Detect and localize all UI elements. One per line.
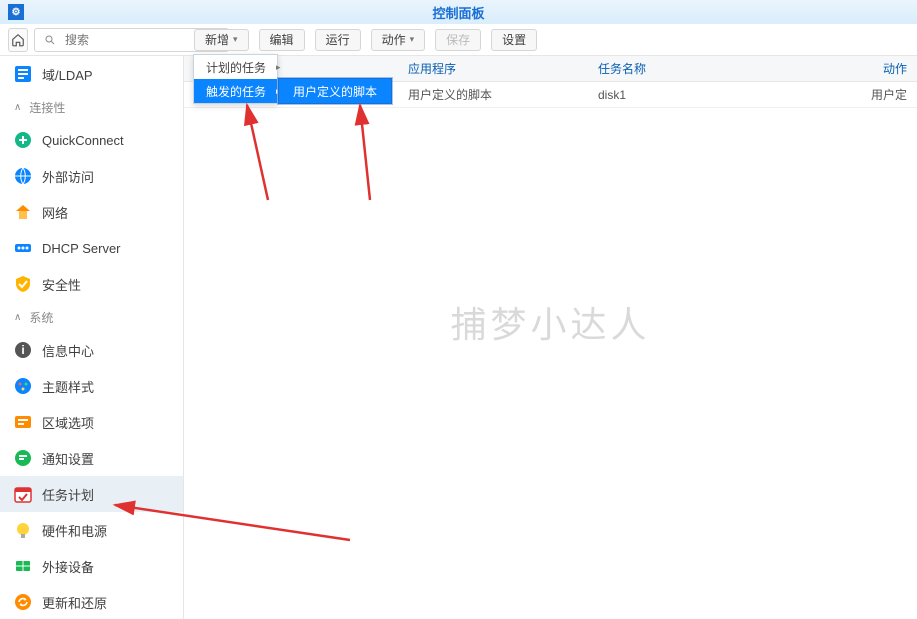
shield-icon	[14, 275, 32, 293]
menu-item-triggered-task[interactable]: 触发的任务 ▸	[194, 79, 277, 103]
sidebar-group-label: 连接性	[29, 99, 65, 116]
main-pane: 新增 ▾ 编辑 运行 动作 ▾ 保存 设置 拥有者 应用程序 任务名称 动作 用…	[184, 24, 917, 619]
sidebar-item-label: 外接设备	[42, 557, 94, 576]
bulb-icon	[14, 521, 32, 539]
column-action[interactable]: 动作	[778, 56, 917, 81]
sidebar-item-label: 主题样式	[42, 377, 94, 396]
sidebar-item-label: 硬件和电源	[42, 521, 107, 540]
sidebar-item-label: 安全性	[42, 275, 81, 294]
toolbar: 新增 ▾ 编辑 运行 动作 ▾ 保存 设置	[184, 24, 917, 56]
dhcp-icon	[14, 239, 32, 257]
cell-action: 用户定	[778, 82, 917, 107]
column-task[interactable]: 任务名称	[588, 56, 778, 81]
button-label: 运行	[326, 31, 350, 48]
home-icon	[9, 31, 27, 49]
new-button[interactable]: 新增 ▾	[194, 29, 249, 51]
watermark: 捕梦小达人	[450, 296, 650, 348]
menu-item-label: 用户定义的脚本	[293, 83, 377, 100]
sidebar-item-update-restore[interactable]: 更新和还原	[0, 584, 183, 619]
sidebar-group-label: 系统	[29, 309, 53, 326]
button-label: 设置	[502, 31, 526, 48]
sidebar-item-info-center[interactable]: i 信息中心	[0, 332, 183, 368]
caret-right-icon: ▸	[276, 62, 281, 73]
sidebar-item-network[interactable]: 网络	[0, 194, 183, 230]
sidebar-item-regional[interactable]: 区域选项	[0, 404, 183, 440]
sidebar-item-task-scheduler[interactable]: 任务计划	[0, 476, 183, 512]
sidebar: 域/LDAP ∧ 连接性 QuickConnect 外部访问 网络 DHCP S…	[0, 56, 184, 619]
domain-icon	[14, 65, 32, 83]
sidebar-group-system[interactable]: ∧ 系统	[0, 302, 183, 332]
sidebar-item-external-access[interactable]: 外部访问	[0, 158, 183, 194]
new-menu: 计划的任务 ▸ 触发的任务 ▸	[193, 54, 278, 104]
run-button[interactable]: 运行	[315, 29, 361, 51]
device-icon	[14, 557, 32, 575]
sidebar-group-connectivity[interactable]: ∧ 连接性	[0, 92, 183, 122]
sidebar-item-label: 域/LDAP	[42, 65, 93, 84]
triggered-task-submenu: 用户定义的脚本	[278, 78, 392, 104]
palette-icon	[14, 377, 32, 395]
sidebar-item-quickconnect[interactable]: QuickConnect	[0, 122, 183, 158]
settings-button[interactable]: 设置	[491, 29, 537, 51]
sidebar-item-notification[interactable]: 通知设置	[0, 440, 183, 476]
menu-item-label: 触发的任务	[206, 83, 266, 100]
calendar-check-icon	[14, 485, 32, 503]
sidebar-item-security[interactable]: 安全性	[0, 266, 183, 302]
chevron-up-icon: ∧	[14, 312, 21, 323]
quickconnect-icon	[14, 131, 32, 149]
caret-down-icon: ▾	[410, 34, 415, 45]
globe-icon	[14, 167, 32, 185]
menu-item-scheduled-task[interactable]: 计划的任务 ▸	[194, 55, 277, 79]
svg-text:i: i	[21, 343, 24, 357]
sidebar-item-label: 外部访问	[42, 167, 94, 186]
sidebar-item-label: 信息中心	[42, 341, 94, 360]
cell-task: disk1	[588, 82, 778, 107]
menu-item-user-script[interactable]: 用户定义的脚本	[279, 79, 391, 103]
column-app[interactable]: 应用程序	[398, 56, 588, 81]
info-icon: i	[14, 341, 32, 359]
header-bar	[0, 24, 184, 56]
sidebar-item-hardware-power[interactable]: 硬件和电源	[0, 512, 183, 548]
caret-down-icon: ▾	[233, 34, 238, 45]
action-button[interactable]: 动作 ▾	[371, 29, 426, 51]
search-icon	[41, 31, 59, 49]
window-titlebar: ⚙ 控制面板	[0, 0, 917, 24]
button-label: 新增	[205, 31, 229, 48]
sidebar-item-label: DHCP Server	[42, 241, 121, 256]
home-button[interactable]	[8, 28, 28, 52]
regional-icon	[14, 413, 32, 431]
sidebar-item-label: 任务计划	[42, 485, 94, 504]
sidebar-item-dhcp-server[interactable]: DHCP Server	[0, 230, 183, 266]
network-icon	[14, 203, 32, 221]
sidebar-item-label: 网络	[42, 203, 68, 222]
sidebar-item-label: 区域选项	[42, 413, 94, 432]
sidebar-item-label: 更新和还原	[42, 593, 107, 612]
sidebar-item-domain-ldap[interactable]: 域/LDAP	[0, 56, 183, 92]
button-label: 动作	[382, 31, 406, 48]
sidebar-item-external-devices[interactable]: 外接设备	[0, 548, 183, 584]
button-label: 保存	[446, 31, 470, 48]
menu-item-label: 计划的任务	[206, 59, 266, 76]
cell-app: 用户定义的脚本	[398, 82, 588, 107]
sidebar-item-theme[interactable]: 主题样式	[0, 368, 183, 404]
window-title: 控制面板	[432, 3, 484, 22]
sidebar-item-label: QuickConnect	[42, 133, 124, 148]
control-panel-icon: ⚙	[8, 4, 24, 20]
refresh-icon	[14, 593, 32, 611]
sidebar-item-label: 通知设置	[42, 449, 94, 468]
edit-button[interactable]: 编辑	[259, 29, 305, 51]
chevron-up-icon: ∧	[14, 102, 21, 113]
save-button[interactable]: 保存	[435, 29, 481, 51]
button-label: 编辑	[270, 31, 294, 48]
chat-icon	[14, 449, 32, 467]
